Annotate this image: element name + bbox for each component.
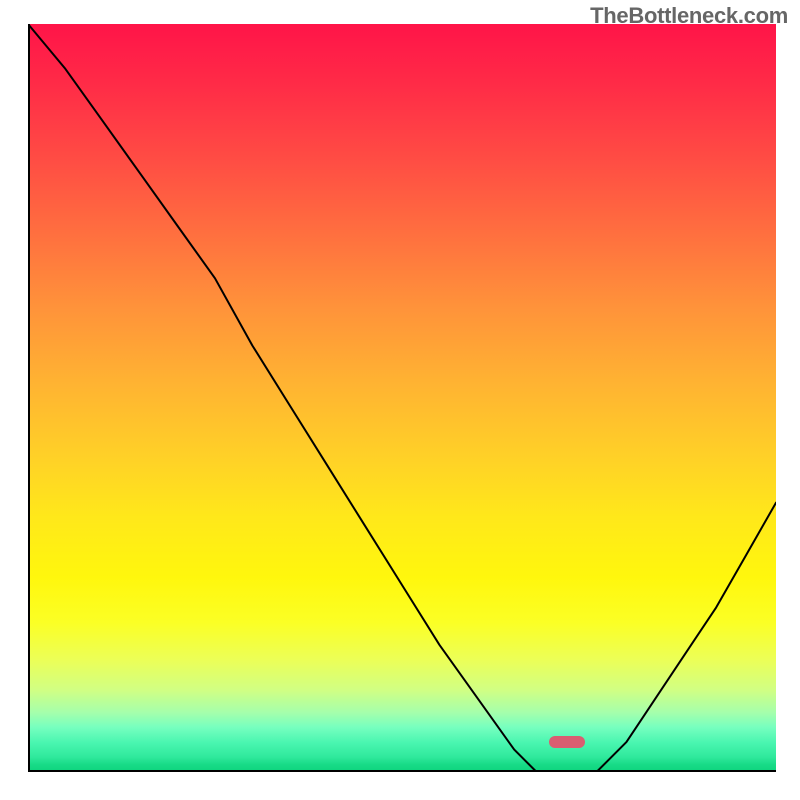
x-axis [28, 770, 776, 772]
bottleneck-chart: TheBottleneck.com [0, 0, 800, 800]
y-axis [28, 24, 30, 772]
bottleneck-curve [28, 24, 776, 772]
curve-svg [28, 24, 776, 772]
optimal-marker [549, 736, 585, 748]
plot-area [28, 24, 776, 772]
